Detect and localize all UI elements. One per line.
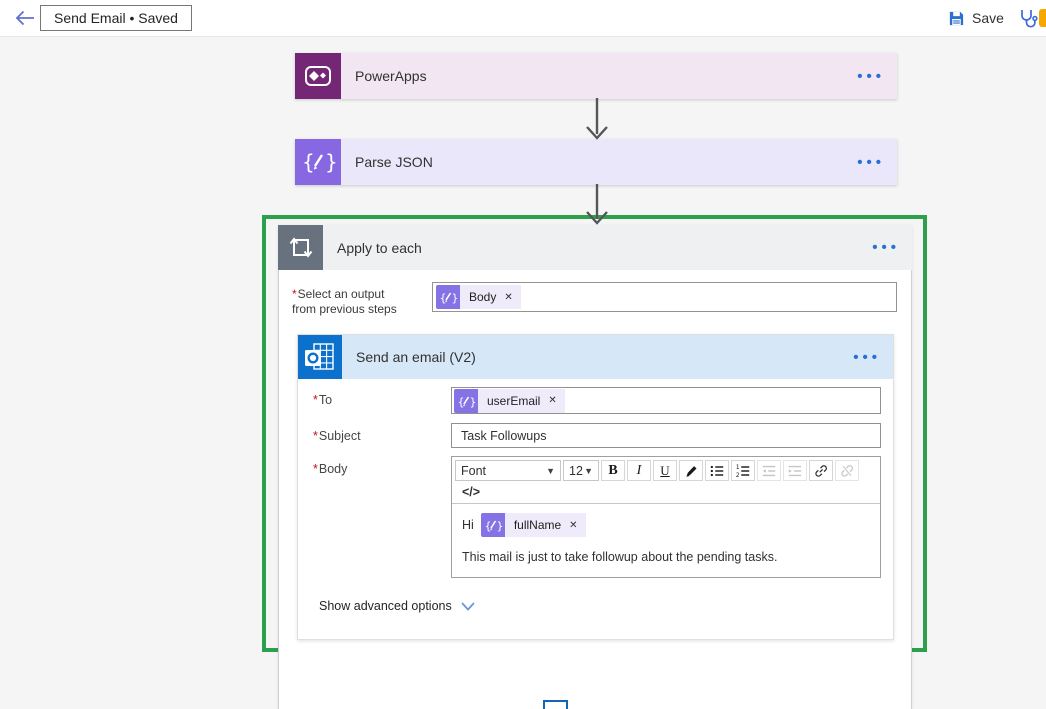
token-label: fullName [514,518,561,532]
step-title: Apply to each [323,240,872,256]
token-label: userEmail [487,394,540,408]
font-dropdown[interactable]: Font ▼ [455,460,561,481]
remove-token-icon[interactable]: ✕ [569,520,577,531]
font-size-dropdown[interactable]: 12 ▼ [563,460,599,481]
link-button[interactable] [809,460,833,481]
clipped-toolbar-icon[interactable] [1039,9,1046,27]
bold-button[interactable]: B [601,460,625,481]
token-label: Body [469,290,496,304]
connector-arrow [584,184,610,225]
step-parse-json[interactable]: { } Parse JSON ••• [295,139,897,185]
numbered-list-button[interactable]: 1 2 [731,460,755,481]
dynamic-content-icon: { } [454,389,478,413]
outdent-icon [761,463,777,479]
command-bar: Send Email • Saved Save [0,0,1046,37]
next-step-node-partial[interactable] [543,700,568,709]
more-options-icon[interactable]: ••• [853,349,893,366]
flow-title-text: Send Email • Saved [54,10,178,26]
save-button[interactable]: Save [948,7,1004,29]
indent-icon [787,463,803,479]
to-label: *To [313,393,332,407]
select-output-input[interactable]: { } Body ✕ [432,282,897,312]
unlink-icon [839,463,855,479]
remove-token-icon[interactable]: ✕ [548,395,556,406]
dynamic-content-token-body[interactable]: { } Body ✕ [436,285,521,309]
save-icon [948,10,965,27]
more-options-icon[interactable]: ••• [857,154,897,171]
show-advanced-options[interactable]: Show advanced options [319,599,475,613]
numbered-list-icon: 1 2 [735,463,751,479]
code-view-button[interactable]: </> [455,485,480,499]
step-apply-to-each[interactable]: Apply to each ••• [278,225,912,270]
dynamic-content-icon: { } [436,285,460,309]
flow-designer: Send Email • Saved Save [0,0,1046,709]
unlink-button[interactable] [835,460,859,481]
svg-text:{: { [302,150,315,174]
svg-text:2: 2 [736,473,740,479]
step-send-email-card: Send an email (V2) ••• *To { } userEmail [297,334,894,640]
body-rich-text-editor[interactable]: Font ▼ 12 ▼ B I U [451,456,881,578]
outlook-icon [298,335,342,379]
svg-text:1: 1 [736,464,740,470]
flow-checker-icon[interactable] [1017,7,1039,29]
subject-input[interactable]: Task Followups [451,423,881,448]
select-output-label: *Select an output from previous steps [292,287,432,317]
powerapps-icon [295,53,341,99]
step-powerapps[interactable]: PowerApps ••• [295,53,897,99]
to-input[interactable]: { } userEmail ✕ [451,387,881,414]
subject-label: *Subject [313,429,361,443]
apply-to-each-icon [278,225,323,270]
chevron-down-icon [461,602,475,611]
step-title: Parse JSON [341,154,857,170]
svg-text:{: { [458,395,465,408]
pen-icon [683,463,699,479]
bullet-list-icon [709,463,725,479]
italic-button[interactable]: I [627,460,651,481]
svg-text:}: } [496,520,503,533]
step-title: PowerApps [341,68,857,84]
svg-text:}: } [325,150,338,174]
svg-text:}: } [470,395,477,408]
chevron-down-icon: ▼ [584,466,593,476]
dynamic-content-token-useremail[interactable]: { } userEmail ✕ [454,389,565,413]
back-arrow-icon [13,8,37,28]
more-options-icon[interactable]: ••• [857,68,897,85]
dynamic-content-icon: { } [481,513,505,537]
underline-button[interactable]: U [653,460,677,481]
chevron-down-icon: ▼ [546,466,555,476]
step-title: Send an email (V2) [342,349,853,365]
dynamic-content-token-fullname[interactable]: { } fullName ✕ [481,513,586,537]
subject-value: Task Followups [461,429,546,443]
indent-button[interactable] [783,460,807,481]
more-options-icon[interactable]: ••• [872,239,912,256]
body-greeting: Hi [462,518,474,532]
parse-json-icon: { } [295,139,341,185]
svg-text:{: { [484,520,491,533]
connector-arrow [584,98,610,140]
remove-token-icon[interactable]: ✕ [504,292,512,303]
flow-title: Send Email • Saved [40,5,192,31]
bullet-list-button[interactable] [705,460,729,481]
save-label: Save [972,10,1004,26]
svg-text:{: { [440,292,447,305]
back-button[interactable] [13,8,37,28]
svg-text:}: } [452,292,459,305]
outdent-button[interactable] [757,460,781,481]
link-icon [813,463,829,479]
step-send-email[interactable]: Send an email (V2) ••• [298,335,893,379]
body-content[interactable]: Hi { } fullName ✕ [452,504,880,573]
required-marker: * [292,287,297,301]
editor-toolbar: Font ▼ 12 ▼ B I U [452,457,880,504]
body-message: This mail is just to take followup about… [462,550,870,564]
body-label: *Body [313,462,347,476]
highlight-pen-button[interactable] [679,460,703,481]
